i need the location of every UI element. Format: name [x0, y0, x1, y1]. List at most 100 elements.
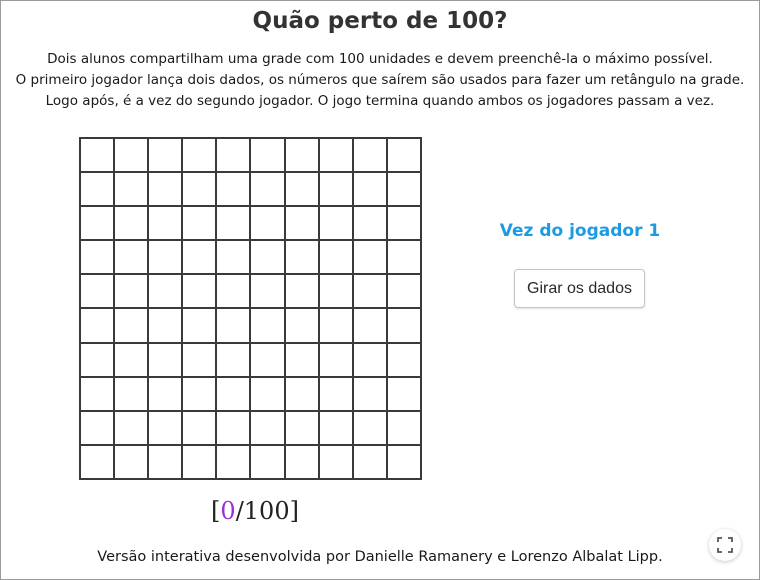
grid-cell[interactable]	[216, 308, 251, 343]
grid-cell[interactable]	[80, 308, 115, 343]
grid-cell[interactable]	[216, 342, 251, 377]
grid-cell[interactable]	[182, 308, 217, 343]
grid-cell[interactable]	[114, 206, 149, 241]
grid-cell[interactable]	[284, 342, 319, 377]
grid-cell[interactable]	[318, 172, 353, 207]
grid-cell[interactable]	[216, 138, 251, 173]
grid-cell[interactable]	[386, 410, 421, 445]
grid-cell[interactable]	[182, 342, 217, 377]
grid-cell[interactable]	[250, 172, 285, 207]
roll-dice-button[interactable]: Girar os dados	[514, 269, 645, 308]
grid-cell[interactable]	[148, 138, 183, 173]
grid-cell[interactable]	[182, 410, 217, 445]
grid-cell[interactable]	[250, 240, 285, 275]
grid-cell[interactable]	[114, 308, 149, 343]
grid-cell[interactable]	[284, 138, 319, 173]
grid-cell[interactable]	[80, 410, 115, 445]
grid-cell[interactable]	[148, 342, 183, 377]
grid-cell[interactable]	[216, 410, 251, 445]
fullscreen-button[interactable]	[709, 529, 741, 561]
grid-cell[interactable]	[284, 240, 319, 275]
grid-cell[interactable]	[284, 172, 319, 207]
grid-cell[interactable]	[318, 444, 353, 479]
grid-cell[interactable]	[352, 138, 387, 173]
grid-cell[interactable]	[250, 206, 285, 241]
grid-cell[interactable]	[386, 376, 421, 411]
grid-cell[interactable]	[284, 376, 319, 411]
grid-cell[interactable]	[182, 376, 217, 411]
grid-cell[interactable]	[318, 410, 353, 445]
grid-cell[interactable]	[114, 410, 149, 445]
grid-cell[interactable]	[318, 376, 353, 411]
grid-cell[interactable]	[148, 240, 183, 275]
grid-cell[interactable]	[114, 444, 149, 479]
grid-cell[interactable]	[80, 376, 115, 411]
grid-cell[interactable]	[386, 308, 421, 343]
grid-cell[interactable]	[250, 410, 285, 445]
grid-cell[interactable]	[250, 274, 285, 309]
grid-cell[interactable]	[386, 444, 421, 479]
grid-cell[interactable]	[386, 138, 421, 173]
grid-cell[interactable]	[352, 206, 387, 241]
grid-cell[interactable]	[386, 206, 421, 241]
grid-cell[interactable]	[284, 444, 319, 479]
grid-cell[interactable]	[250, 376, 285, 411]
grid-cell[interactable]	[148, 444, 183, 479]
grid-cell[interactable]	[216, 376, 251, 411]
grid-cell[interactable]	[352, 376, 387, 411]
grid-cell[interactable]	[318, 308, 353, 343]
grid-cell[interactable]	[114, 172, 149, 207]
grid-cell[interactable]	[250, 342, 285, 377]
grid-cell[interactable]	[216, 240, 251, 275]
grid-cell[interactable]	[318, 206, 353, 241]
grid-cell[interactable]	[114, 274, 149, 309]
grid-cell[interactable]	[386, 274, 421, 309]
grid-cell[interactable]	[352, 308, 387, 343]
grid-cell[interactable]	[182, 444, 217, 479]
grid-cell[interactable]	[80, 206, 115, 241]
grid-cell[interactable]	[114, 240, 149, 275]
grid-cell[interactable]	[80, 444, 115, 479]
grid-cell[interactable]	[352, 274, 387, 309]
grid-cell[interactable]	[284, 206, 319, 241]
grid-cell[interactable]	[80, 240, 115, 275]
grid-cell[interactable]	[148, 206, 183, 241]
grid-cell[interactable]	[318, 342, 353, 377]
grid-cell[interactable]	[148, 274, 183, 309]
grid-cell[interactable]	[352, 172, 387, 207]
grid-cell[interactable]	[80, 172, 115, 207]
grid-cell[interactable]	[284, 308, 319, 343]
grid-cell[interactable]	[148, 172, 183, 207]
grid-cell[interactable]	[318, 274, 353, 309]
grid-cell[interactable]	[386, 172, 421, 207]
grid-cell[interactable]	[148, 410, 183, 445]
grid-cell[interactable]	[80, 274, 115, 309]
grid-cell[interactable]	[148, 376, 183, 411]
grid-cell[interactable]	[182, 206, 217, 241]
grid-cell[interactable]	[182, 138, 217, 173]
grid-cell[interactable]	[80, 342, 115, 377]
grid-cell[interactable]	[216, 274, 251, 309]
grid-cell[interactable]	[250, 308, 285, 343]
grid-cell[interactable]	[216, 206, 251, 241]
grid-cell[interactable]	[318, 138, 353, 173]
grid-cell[interactable]	[182, 274, 217, 309]
grid-cell[interactable]	[386, 342, 421, 377]
grid-cell[interactable]	[318, 240, 353, 275]
grid-cell[interactable]	[250, 444, 285, 479]
grid-cell[interactable]	[114, 138, 149, 173]
grid-cell[interactable]	[352, 444, 387, 479]
grid-cell[interactable]	[386, 240, 421, 275]
game-grid[interactable]	[79, 137, 422, 480]
grid-cell[interactable]	[114, 376, 149, 411]
grid-cell[interactable]	[352, 240, 387, 275]
grid-cell[interactable]	[352, 410, 387, 445]
grid-cell[interactable]	[148, 308, 183, 343]
grid-cell[interactable]	[284, 274, 319, 309]
grid-cell[interactable]	[182, 240, 217, 275]
grid-cell[interactable]	[216, 444, 251, 479]
grid-cell[interactable]	[80, 138, 115, 173]
grid-cell[interactable]	[352, 342, 387, 377]
grid-cell[interactable]	[250, 138, 285, 173]
grid-cell[interactable]	[182, 172, 217, 207]
